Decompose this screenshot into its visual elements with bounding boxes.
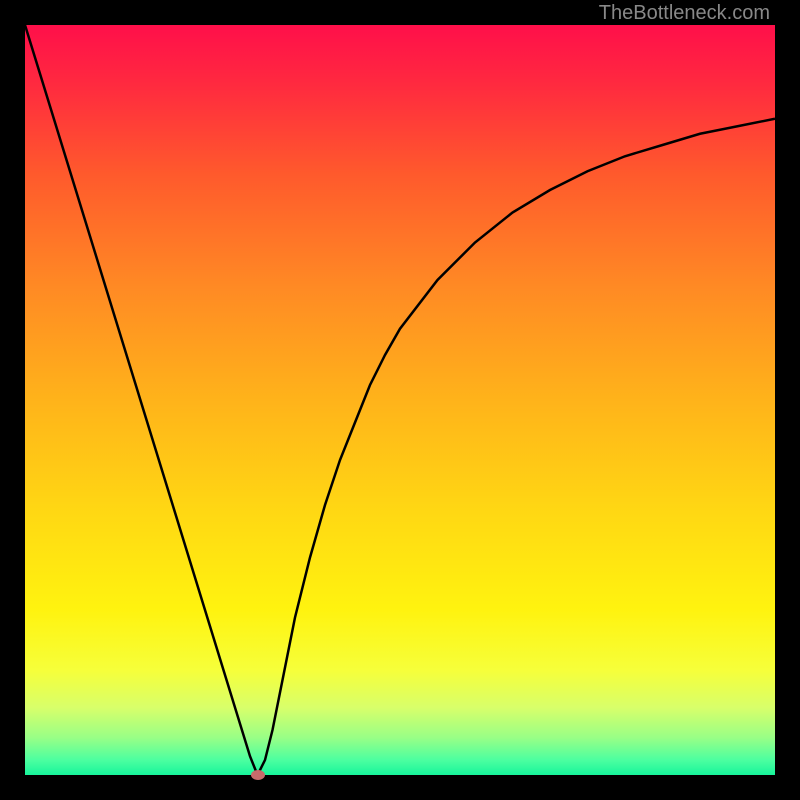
chart-container: TheBottleneck.com (0, 0, 800, 800)
plot-area (25, 25, 775, 775)
watermark-text: TheBottleneck.com (599, 2, 770, 25)
bottleneck-curve (25, 25, 775, 775)
minimum-marker (251, 770, 265, 780)
